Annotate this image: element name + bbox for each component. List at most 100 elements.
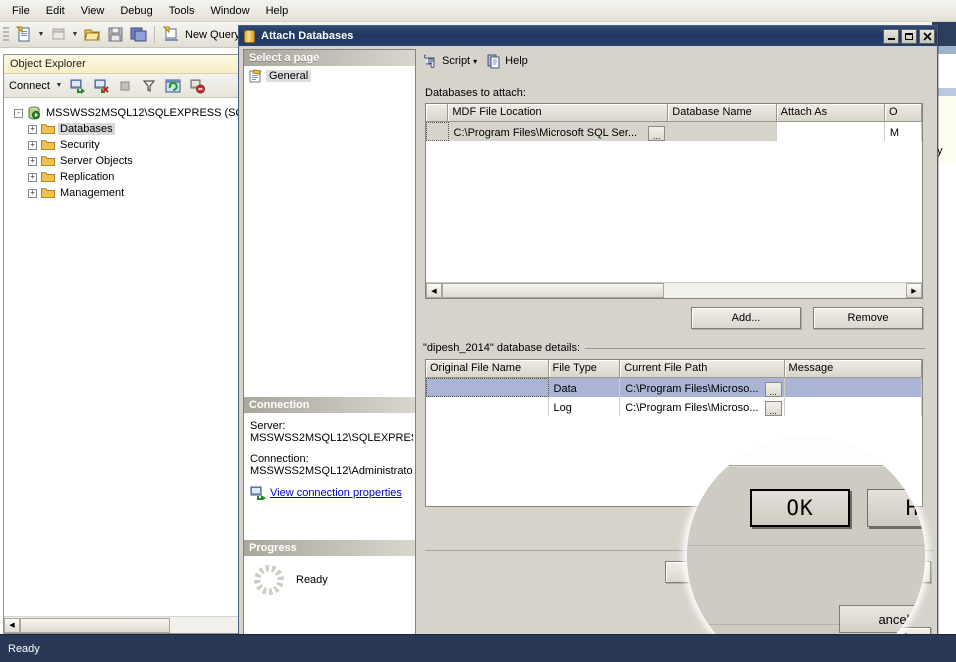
connection-properties-icon [250, 486, 266, 500]
remove-button[interactable]: Remove [813, 307, 923, 329]
new-query-icon[interactable] [160, 24, 182, 46]
grid-header-database-name[interactable]: Database Name [668, 104, 776, 122]
sidebar-item-server-objects-label: Server Objects [58, 155, 135, 167]
open-file-icon[interactable] [81, 24, 103, 46]
help-icon[interactable] [486, 53, 502, 69]
cell-mdf-file-location[interactable]: C:\Program Files\Microsoft SQL Ser... ..… [449, 122, 669, 141]
sidebar-item-databases-label: Databases [58, 123, 115, 135]
cell-attach-as[interactable] [777, 122, 885, 141]
menu-help[interactable]: Help [258, 2, 297, 20]
script-button-label[interactable]: Script [442, 55, 470, 67]
databases-to-attach-grid[interactable]: MDF File Location Database Name Attach A… [425, 103, 923, 299]
table-row[interactable]: C:\Program Files\Microsoft SQL Ser... ..… [426, 122, 922, 141]
browse-mdf-button[interactable]: ... [648, 126, 665, 141]
close-icon [923, 32, 932, 41]
minimize-button[interactable] [883, 29, 899, 44]
grid-horizontal-scrollbar[interactable]: ◀ ▶ [426, 282, 922, 298]
sidebar-item-databases[interactable]: + Databases [12, 121, 238, 137]
sidebar-item-replication[interactable]: + Replication [12, 169, 238, 185]
help-button-label[interactable]: Help [505, 55, 528, 67]
save-all-icon[interactable] [127, 24, 149, 46]
connect-icon[interactable] [66, 75, 88, 97]
expander-icon[interactable]: + [28, 189, 37, 198]
details-header-original-file-name[interactable]: Original File Name [426, 360, 549, 378]
expander-icon[interactable]: + [28, 173, 37, 182]
browse-data-file-button[interactable]: ... [765, 382, 782, 397]
menu-debug[interactable]: Debug [112, 2, 160, 20]
grid-header-owner[interactable]: O [885, 104, 922, 122]
table-row[interactable]: Data C:\Program Files\Microso... ... [426, 378, 922, 397]
close-button[interactable] [919, 29, 935, 44]
scrollbar-thumb[interactable] [20, 618, 170, 633]
details-header-file-type[interactable]: File Type [549, 360, 621, 378]
cancel-button[interactable]: Cancel [757, 561, 839, 583]
details-cell-file-type[interactable]: Data [549, 378, 621, 397]
menu-window[interactable]: Window [202, 2, 257, 20]
object-explorer-horizontal-scrollbar[interactable]: ◀ [4, 616, 238, 633]
connect-button-label[interactable]: Connect [9, 80, 52, 92]
add-button[interactable]: Add... [691, 307, 801, 329]
connection-section-header: Connection [244, 397, 415, 413]
details-cell-current-file-path[interactable]: C:\Program Files\Microso... ... [620, 397, 784, 416]
save-icon[interactable] [104, 24, 126, 46]
help-button[interactable]: H [849, 561, 931, 583]
database-engine-chevron-down-icon[interactable]: ▼ [70, 24, 80, 46]
details-cell-file-type[interactable]: Log [549, 397, 621, 416]
grid-header-selector[interactable] [426, 104, 448, 122]
database-details-grid[interactable]: Original File Name File Type Current Fil… [425, 359, 923, 507]
new-query-dropdown-icon[interactable] [13, 24, 35, 46]
view-connection-properties-link[interactable]: View connection properties [270, 487, 402, 499]
grid-header-row: MDF File Location Database Name Attach A… [426, 104, 922, 122]
script-chevron-down-icon[interactable]: ▾ [473, 57, 477, 66]
details-header-current-file-path[interactable]: Current File Path [620, 360, 784, 378]
details-cell-message[interactable] [785, 378, 922, 397]
table-row[interactable]: Log C:\Program Files\Microso... ... [426, 397, 922, 416]
cell-database-name[interactable] [668, 122, 776, 141]
tree-node-server[interactable]: - MSSWSS2MSQL12\SQLEXPRESS (SQL S [12, 105, 238, 121]
stop-icon[interactable] [114, 75, 136, 97]
filter-icon[interactable] [138, 75, 160, 97]
details-cell-original-file-name[interactable] [426, 378, 549, 397]
details-cell-original-file-name[interactable] [426, 397, 549, 416]
menu-view[interactable]: View [73, 2, 113, 20]
toolbar-grip[interactable] [3, 27, 9, 43]
menu-file[interactable]: File [4, 2, 38, 20]
object-explorer-panel: Object Explorer Connect ▼ [3, 54, 239, 634]
ok-button[interactable]: OK [665, 561, 747, 583]
cell-owner[interactable]: M [885, 122, 922, 141]
menu-tools[interactable]: Tools [161, 2, 203, 20]
details-header-message[interactable]: Message [785, 360, 922, 378]
refresh-icon[interactable] [162, 75, 184, 97]
maximize-button[interactable] [901, 29, 917, 44]
connect-chevron-down-icon[interactable]: ▼ [54, 75, 64, 97]
footer-divider [425, 550, 933, 551]
database-details-legend: "dipesh_2014" database details: [423, 342, 585, 354]
details-cell-current-file-path[interactable]: C:\Program Files\Microso... ... [620, 378, 784, 397]
expander-icon[interactable]: - [14, 109, 23, 118]
page-item-general[interactable]: General [244, 66, 415, 83]
expander-icon[interactable]: + [28, 157, 37, 166]
sidebar-item-server-objects[interactable]: + Server Objects [12, 153, 238, 169]
scroll-left-icon[interactable]: ◀ [4, 618, 20, 633]
sidebar-item-security[interactable]: + Security [12, 137, 238, 153]
sidebar-item-management[interactable]: + Management [12, 185, 238, 201]
browse-log-file-button[interactable]: ... [765, 401, 782, 416]
dialog-titlebar[interactable]: Attach Databases [239, 26, 937, 46]
menu-edit[interactable]: Edit [38, 2, 73, 20]
disconnect-icon[interactable] [90, 75, 112, 97]
details-cell-message[interactable] [785, 397, 922, 416]
script-icon[interactable] [423, 53, 439, 69]
grid-scroll-right-icon[interactable]: ▶ [906, 283, 922, 298]
new-query-chevron-down-icon[interactable]: ▼ [36, 24, 46, 46]
expander-icon[interactable]: + [28, 125, 37, 134]
grid-scrollbar-thumb[interactable] [442, 283, 664, 298]
grid-header-attach-as[interactable]: Attach As [777, 104, 885, 122]
sync-icon[interactable] [186, 75, 208, 97]
new-query-label[interactable]: New Query [183, 29, 246, 41]
grid-scroll-left-icon[interactable]: ◀ [426, 283, 442, 298]
database-engine-query-icon[interactable] [47, 24, 69, 46]
row-selector-cell[interactable] [426, 122, 449, 141]
grid-header-mdf-file-location[interactable]: MDF File Location [448, 104, 668, 122]
view-connection-properties-row[interactable]: View connection properties [250, 486, 413, 500]
expander-icon[interactable]: + [28, 141, 37, 150]
